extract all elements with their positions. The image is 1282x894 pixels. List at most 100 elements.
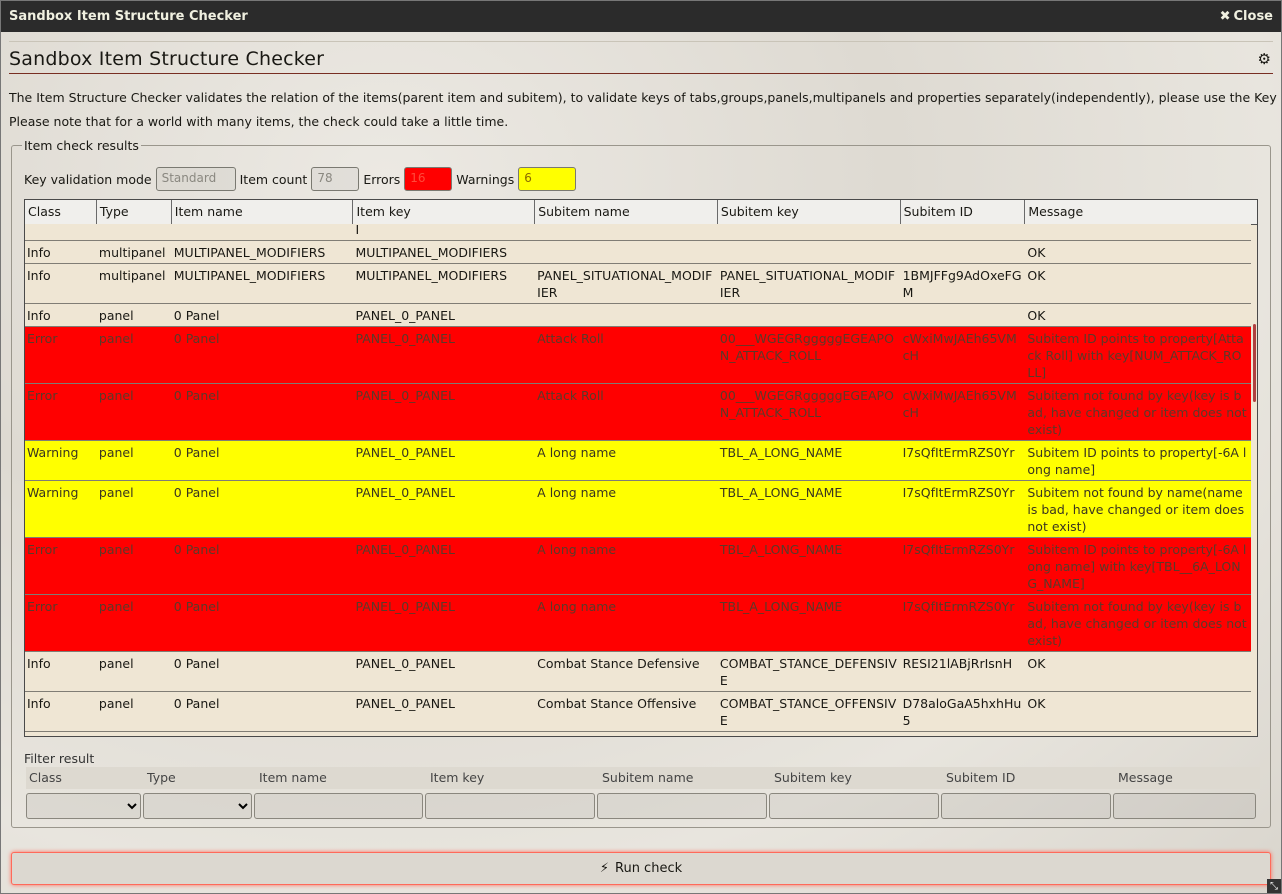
close-label: Close	[1233, 9, 1273, 24]
cell-type	[97, 224, 172, 240]
cell-subitem-id: I7sQfItErmRZS0Yr	[902, 445, 1015, 460]
filter-item-key-input[interactable]	[425, 793, 595, 819]
window-content: Sandbox Item Structure Checker ⚙ The Ite…	[9, 32, 1281, 893]
filter-type-select[interactable]	[143, 793, 252, 819]
cell-subitem-key: 00___WGEGRgggggEGEAPON_ATTACK_ROLL	[719, 331, 894, 363]
column-header-item-key[interactable]: Item key	[353, 200, 536, 224]
filter-header-message: Message	[1118, 770, 1173, 785]
column-header-type[interactable]: Type	[97, 200, 172, 224]
count-field: 78	[311, 167, 360, 191]
cell-subitem-id: I7sQfItErmRZS0Yr	[902, 485, 1015, 500]
cell-class: Info	[25, 732, 97, 736]
cell-item-name	[172, 224, 354, 240]
column-header-class[interactable]: Class	[25, 200, 97, 224]
cell-item-name: 0 Panel	[172, 732, 354, 736]
cell-type: panel	[98, 485, 134, 500]
cell-subitem-id	[901, 304, 1026, 326]
cell-subitem-key: 00___WGEGRgggggEGEAPON_ATTACK_ROLL	[719, 388, 894, 420]
cell-type: panel	[98, 331, 134, 346]
cell-subitem-name: PANEL_SITUATIONAL_MODIFIER	[537, 268, 713, 300]
close-icon: ✖	[1219, 9, 1231, 24]
cell-type: panel	[98, 445, 134, 460]
filter-header-class: Class	[29, 770, 62, 785]
filter-class-select[interactable]	[26, 793, 141, 819]
table-row[interactable]: Info multipanel MULTIPANEL_MODIFIERS MULTIP…	[25, 264, 1251, 304]
cell-message: OK	[1025, 732, 1251, 736]
table-row[interactable]: Error panel 0 Panel PANEL_0_PANEL A long nam…	[25, 595, 1251, 652]
close-button[interactable]: ✖ Close	[1220, 9, 1273, 24]
results-fieldset: Item check results Key validation mode S…	[11, 138, 1271, 828]
table-row[interactable]: Infopanel0 PanelPANEL_0_PANELCombat Stan…	[25, 732, 1251, 736]
table-row[interactable]: I	[25, 224, 1251, 241]
run-check-button[interactable]: ⚡ Run check	[11, 852, 1271, 885]
errors-field: 16	[404, 167, 453, 191]
cell-type: multipanel	[98, 245, 166, 260]
column-header-subitem-key[interactable]: Subitem key	[718, 200, 901, 224]
cell-subitem-name: Combat Stance Defensive	[537, 656, 700, 671]
window-title: Sandbox Item Structure Checker	[9, 9, 248, 24]
cell-subitem-name: A long name	[537, 542, 617, 557]
filter-subitem-name-input[interactable]	[597, 793, 767, 819]
cell-message: Subitem not found by key(key is bad, hav…	[1027, 599, 1247, 648]
results-table[interactable]: Class Type Item name Item key Subitem na…	[24, 199, 1258, 737]
table-row[interactable]: Error panel 0 Panel PANEL_0_PANEL Attack Rol…	[25, 327, 1251, 384]
cell-subitem-key: TBL_A_LONG_NAME	[719, 445, 843, 460]
cell-subitem-name	[535, 304, 718, 326]
filter-header: Class Type Item name Item key Subitem na…	[26, 767, 1260, 789]
cell-message: OK	[1027, 656, 1046, 671]
column-header-message[interactable]: Message	[1025, 200, 1257, 224]
cell-class	[25, 224, 97, 240]
cell-item-name: 0 Panel	[173, 656, 220, 671]
cell-item-key: PANEL_0_PANEL	[355, 445, 455, 460]
cell-subitem-key: COMBAT_STANCE_RUN_AWAY	[718, 732, 901, 736]
cell-type: panel	[98, 542, 134, 557]
table-row[interactable]: Error panel 0 Panel PANEL_0_PANEL A long nam…	[25, 538, 1251, 595]
results-legend: Item check results	[24, 138, 139, 153]
cell-subitem-id	[901, 241, 1026, 263]
table-row[interactable]: Info multipanel MULTIPANEL_MODIFIERS MULTIP…	[25, 241, 1251, 264]
cell-subitem-key	[718, 304, 901, 326]
table-scrollbar[interactable]	[1251, 224, 1257, 736]
table-row[interactable]: Infopanel0 PanelPANEL_0_PANELCombat Stan…	[25, 652, 1251, 692]
mode-label: Key validation mode	[24, 171, 152, 187]
resize-handle-icon[interactable]: ⤡	[1267, 879, 1281, 893]
warnings-field: 6	[518, 167, 577, 191]
filter-subitem-key-input[interactable]	[769, 793, 939, 819]
cell-subitem-key	[718, 224, 901, 240]
cell-class: Info	[27, 308, 51, 323]
filter-header-item-name: Item name	[259, 770, 327, 785]
filter-subitem-id-input[interactable]	[941, 793, 1111, 819]
filter-header-item-key: Item key	[430, 770, 485, 785]
cell-item-key: PANEL_0_PANEL	[355, 331, 455, 346]
cell-message: OK	[1027, 696, 1046, 711]
scrollbar-thumb[interactable]	[1253, 324, 1256, 402]
cell-item-key: MULTIPANEL_MODIFIERS	[355, 268, 508, 283]
cell-subitem-key: COMBAT_STANCE_DEFENSIVE	[719, 656, 897, 688]
cell-item-key: PANEL_0_PANEL	[353, 732, 535, 736]
table-row[interactable]: Infopanel0 PanelPANEL_0_PANELCombat Stan…	[25, 692, 1251, 732]
table-row[interactable]: Warning panel 0 Panel PANEL_0_PANEL A long n…	[25, 441, 1251, 481]
table-row[interactable]: Info panel 0 Panel PANEL_0_PANEL OK	[25, 304, 1251, 327]
column-header-subitem-name[interactable]: Subitem name	[535, 200, 718, 224]
cell-subitem-key: PANEL_SITUATIONAL_MODIFIER	[719, 268, 896, 300]
checker-window: Sandbox Item Structure Checker ✖ Close S…	[0, 0, 1282, 894]
cell-subitem-id	[901, 224, 1026, 240]
cell-class: Error	[27, 388, 58, 403]
table-row[interactable]: Warning panel 0 Panel PANEL_0_PANEL A long n…	[25, 481, 1251, 538]
cell-subitem-id: cWxiMwJAEh65VMcH	[902, 388, 1017, 420]
run-check-label: Run check	[615, 861, 683, 876]
filter-message-input[interactable]	[1113, 793, 1256, 819]
table-body[interactable]: I Info multipanel MULTIPANEL_MODIFIERS MULTI…	[25, 224, 1251, 736]
bolt-icon: ⚡	[599, 861, 609, 876]
cell-subitem-key: COMBAT_STANCE_OFFENSIVE	[719, 696, 897, 728]
column-header-subitem-id[interactable]: Subitem ID	[901, 200, 1026, 224]
filter-item-name-input[interactable]	[254, 793, 423, 819]
window-titlebar[interactable]: Sandbox Item Structure Checker ✖ Close	[1, 1, 1281, 32]
gear-icon[interactable]: ⚙	[1258, 50, 1271, 68]
cell-subitem-id: clk0t63Kf9pG2OrG	[901, 732, 1026, 736]
column-header-item-name[interactable]: Item name	[172, 200, 354, 224]
cell-item-key: PANEL_0_PANEL	[355, 656, 455, 671]
cell-type: panel	[98, 308, 134, 323]
cell-item-key: PANEL_0_PANEL	[355, 308, 455, 323]
table-row[interactable]: Error panel 0 Panel PANEL_0_PANEL Attack Rol…	[25, 384, 1251, 441]
